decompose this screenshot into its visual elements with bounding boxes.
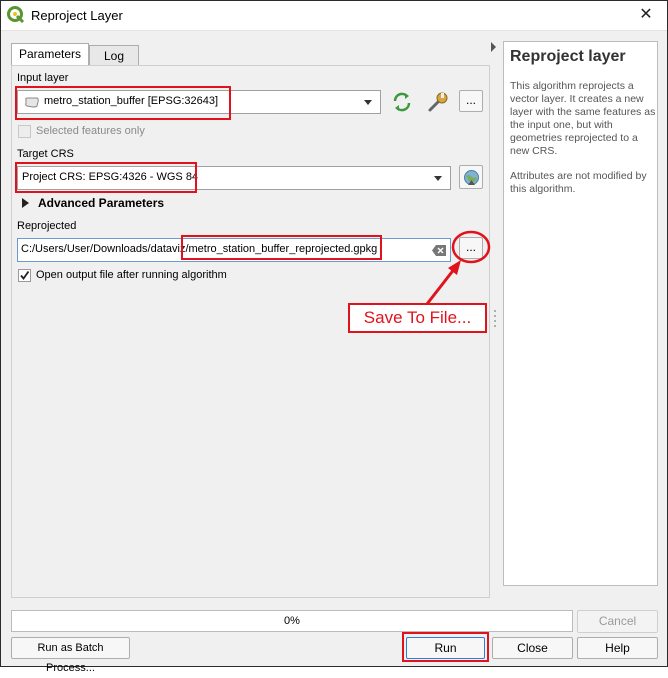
expand-arrow-icon[interactable] (22, 198, 30, 208)
help-button[interactable]: Help (577, 637, 658, 659)
selected-features-label: Selected features only (36, 125, 145, 137)
selected-features-checkbox[interactable] (18, 125, 31, 138)
input-layer-label: Input layer (17, 72, 69, 84)
chevron-down-icon (364, 100, 372, 105)
reproject-layer-dialog: Reproject Layer ✕ Parameters Log Input l… (0, 0, 668, 674)
collapse-help-icon[interactable] (490, 42, 498, 52)
cancel-button[interactable]: Cancel (577, 610, 658, 633)
help-attributes-note: Attributes are not modified by this algo… (510, 170, 647, 195)
tab-log[interactable]: Log (89, 45, 139, 65)
help-description: This algorithm reprojects a vector layer… (510, 80, 656, 157)
save-to-file-callout: Save To File... (348, 303, 487, 333)
highlight-input-layer (15, 86, 231, 120)
qgis-logo-icon (7, 6, 25, 24)
help-pane: Reproject layer This algorithm reproject… (503, 41, 658, 586)
chevron-down-icon (434, 176, 442, 181)
close-button[interactable]: Close (492, 637, 573, 659)
tab-parameters[interactable]: Parameters (11, 43, 89, 67)
target-crs-label: Target CRS (17, 148, 74, 160)
highlight-run-button (402, 632, 489, 662)
parameters-panel: Input layer metro_station_buffer [EPSG:3… (11, 65, 491, 598)
title-bar: Reproject Layer ✕ (1, 1, 667, 31)
open-output-label: Open output file after running algorithm (36, 269, 227, 281)
help-title: Reproject layer (510, 48, 626, 65)
window-title: Reproject Layer (31, 8, 123, 23)
clear-text-icon[interactable] (432, 245, 446, 256)
output-path-prefix: C:/Users/User/Downloads/dataviz/ (21, 243, 189, 255)
reprojected-label: Reprojected (17, 220, 77, 232)
wrench-icon[interactable] (426, 90, 450, 114)
select-crs-button[interactable] (459, 165, 483, 189)
checkmark-icon (20, 270, 30, 280)
progress-bar: 0% (11, 610, 573, 632)
input-layer-more-button[interactable]: ... (459, 90, 483, 112)
iterate-features-icon[interactable] (390, 90, 414, 114)
highlight-output-filename (181, 235, 382, 260)
globe-icon (464, 170, 479, 185)
progress-text: 0% (284, 615, 300, 627)
run-batch-button[interactable]: Run as Batch Process... (11, 637, 130, 674)
annotation-arrow (425, 260, 461, 305)
highlight-target-crs (15, 162, 197, 193)
splitter-handle-icon[interactable] (493, 309, 497, 327)
advanced-parameters-toggle[interactable]: Advanced Parameters (38, 196, 164, 210)
open-output-checkbox[interactable] (18, 269, 31, 282)
window-close-button[interactable]: ✕ (631, 4, 661, 26)
